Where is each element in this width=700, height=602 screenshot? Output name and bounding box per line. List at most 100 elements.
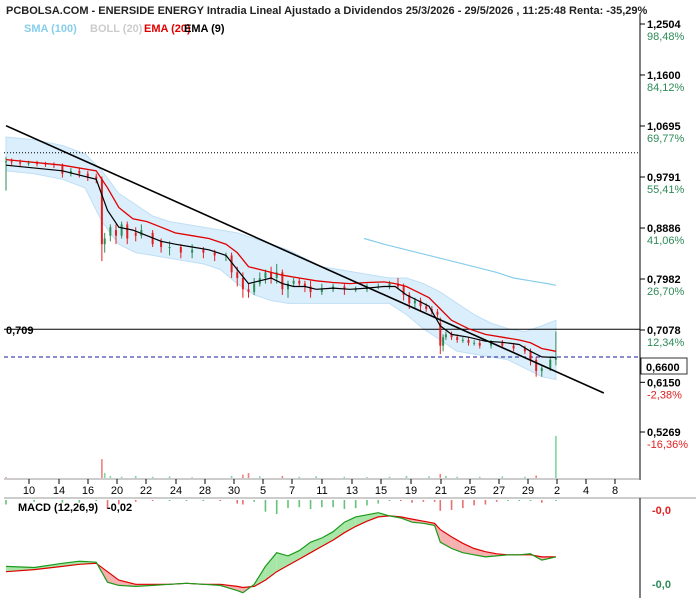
candle-body	[292, 280, 295, 284]
volume-bar	[247, 472, 250, 478]
candle-body	[10, 161, 13, 163]
y-tick-label: 0,5269	[647, 427, 681, 439]
x-tick-label: 22	[140, 485, 152, 497]
macd-fill-segment	[333, 522, 345, 541]
candle-body	[425, 306, 428, 310]
x-tick-label: 30	[228, 485, 240, 497]
candle-body	[120, 224, 123, 236]
candle-body	[191, 249, 194, 253]
y-tick-label: 0,7078	[647, 325, 681, 337]
candle-body	[19, 162, 22, 164]
volume-bar	[445, 475, 447, 478]
macd-hist-bar	[495, 500, 498, 502]
macd-y-tick-top: -0,0	[652, 505, 671, 517]
x-tick-label: 16	[82, 485, 94, 497]
macd-hist-bar	[309, 500, 312, 509]
candle-body	[444, 334, 447, 338]
x-tick-label: 11	[316, 485, 327, 497]
y-tick-pct: 84,12%	[647, 82, 685, 94]
macd-hist-bar	[388, 500, 391, 501]
candle-body	[478, 342, 481, 346]
volume-bar	[191, 477, 193, 478]
x-tick-label: 29	[522, 485, 534, 497]
macd-hist-bar	[555, 500, 557, 501]
candle-body	[168, 246, 171, 248]
macd-hist-bar	[95, 500, 98, 501]
candle-body	[501, 342, 504, 346]
candle-body	[160, 241, 163, 247]
volume-bar	[366, 477, 368, 478]
candle-body	[456, 337, 459, 341]
macd-hist-bar	[450, 500, 453, 510]
macd-hist-bar	[236, 500, 239, 504]
y-tick-label: 0,9791	[647, 172, 681, 184]
volume-bar	[5, 477, 7, 478]
candle-body	[467, 340, 470, 343]
y-tick-pct: 69,77%	[647, 133, 685, 145]
candle-body	[320, 289, 323, 293]
macd-hist-bar	[541, 500, 543, 503]
x-tick-label: 2	[554, 485, 560, 497]
y-tick-pct: -2,38%	[647, 389, 682, 401]
macd-fill	[6, 512, 556, 593]
macd-hist-bar	[462, 500, 464, 509]
candle-body	[78, 170, 81, 174]
macd-hist-bar	[151, 500, 154, 501]
volume-bar	[109, 475, 112, 478]
candle-body	[247, 289, 250, 293]
macd-hist-bar	[321, 500, 323, 508]
macd-hist-bar	[354, 500, 357, 509]
date-axis: 10 14 16 20 22 24 28 30 5 7 11 13 15 19 21 25 27 29 2 4 8	[23, 479, 618, 497]
volume-bar	[242, 474, 244, 478]
x-tick-label: 5	[260, 485, 266, 497]
volume-bar	[151, 476, 154, 478]
volume-bar	[555, 436, 557, 478]
y-tick-label: 0,8886	[647, 223, 681, 235]
y-tick-label: 1,2504	[647, 19, 682, 31]
volume-bar	[478, 476, 481, 478]
candle-body	[442, 337, 445, 346]
macd-title: MACD (12,26,9)	[18, 502, 98, 514]
x-tick-label: 28	[199, 485, 211, 497]
volume-bar	[103, 472, 106, 478]
candle-body	[298, 280, 301, 284]
volume-bar	[315, 476, 317, 478]
macd-hist-bar	[422, 500, 425, 502]
macd-hist-bar	[185, 500, 188, 501]
volume-bar	[524, 476, 526, 478]
candle-body	[61, 165, 64, 174]
macd-hist-bar	[287, 500, 289, 509]
candle-body	[202, 249, 205, 253]
chart-canvas: PCBOLSA.COM - ENERSIDE ENERGY Intradia L…	[4, 5, 696, 598]
volume-bar	[134, 475, 137, 478]
candle-body	[540, 368, 543, 372]
chart-title: PCBOLSA.COM - ENERSIDE ENERGY Intradia L…	[6, 5, 647, 17]
macd-hist-bar	[433, 500, 436, 502]
macd-hist-bar	[529, 500, 532, 501]
y-tick-pct: 41,06%	[647, 235, 685, 247]
legend-boll: BOLL (20)	[90, 23, 143, 35]
volume-bar	[298, 476, 301, 478]
x-tick-label: 24	[170, 485, 182, 497]
macd-hist-bar	[518, 500, 521, 501]
legend-sma: SMA (100)	[24, 23, 77, 35]
x-tick-label: 13	[346, 485, 358, 497]
candle-body	[264, 272, 267, 278]
macd-hist-bar	[168, 500, 171, 501]
candle-body	[535, 359, 538, 372]
macd-hist-bar	[473, 500, 475, 506]
candle-body	[253, 283, 256, 293]
y-tick-pct: 98,48%	[647, 31, 685, 43]
legend-ema9: EMA (9)	[184, 23, 225, 35]
x-tick-label: 20	[111, 485, 123, 497]
macd-hist-bar	[242, 500, 244, 505]
x-tick-label: 8	[612, 485, 618, 497]
candle-body	[86, 173, 89, 177]
macd-hist-bar	[253, 500, 255, 502]
candle-body	[549, 359, 552, 369]
candle-body	[126, 224, 129, 239]
candle-body	[529, 351, 532, 360]
volume-bar	[259, 476, 261, 478]
volume-bar	[439, 473, 442, 478]
x-tick-label: 19	[405, 485, 417, 497]
